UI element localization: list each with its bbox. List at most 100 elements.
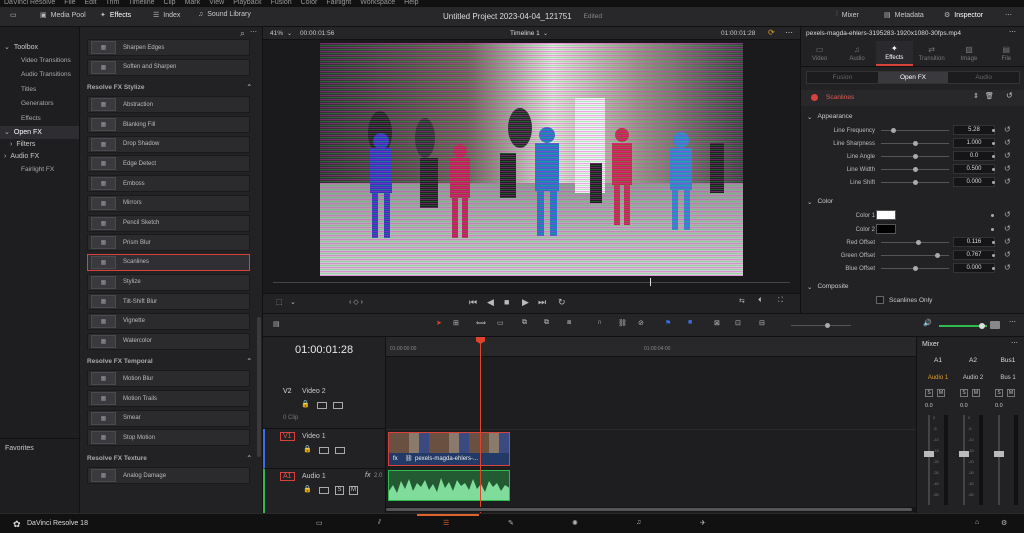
volume-knob[interactable] (979, 323, 985, 329)
effect-header[interactable]: Scanlines ⇕ 🗑 ↺ (801, 90, 1024, 106)
zoom-level[interactable]: 41% (270, 30, 283, 37)
stop-icon[interactable]: ■ (504, 297, 509, 307)
effect-item[interactable]: ▦ Stylize (87, 273, 250, 291)
scrollbar-thumb[interactable] (386, 508, 912, 511)
search-icon[interactable]: ⌕ (240, 28, 245, 39)
inspector-tab-image[interactable]: ▨ Image (950, 41, 987, 66)
tree-item[interactable]: Audio Transitions (0, 68, 79, 83)
effect-item[interactable]: ▦ Blanking Fill (87, 116, 250, 134)
video-frame[interactable] (320, 43, 743, 276)
sound-library-button[interactable]: ♫ Sound Library (198, 11, 251, 18)
reset-icon[interactable]: ↺ (1004, 125, 1011, 134)
section-stylize[interactable]: Resolve FX Stylize ⌃ (80, 78, 262, 96)
solo-button[interactable]: S (335, 486, 344, 495)
keyframe-icon[interactable] (991, 214, 994, 217)
audio-clip[interactable] (388, 470, 510, 501)
full-extent-zoom-icon[interactable]: ⊠ (714, 319, 720, 327)
loop-icon[interactable]: ↻ (558, 297, 566, 308)
lock-icon[interactable]: 🔒 (303, 445, 312, 453)
lock-icon[interactable]: 🔒 (301, 400, 310, 408)
home-icon[interactable]: ⌂ (975, 519, 979, 526)
param-value[interactable]: 0.767 (953, 250, 995, 260)
effect-item[interactable]: ▦ Motion Blur (87, 370, 250, 388)
keyframe-icon[interactable] (992, 142, 995, 145)
mute-button[interactable]: M (937, 389, 945, 397)
tree-open-fx[interactable]: ⌄ Open FX (0, 125, 79, 139)
subtab-audio[interactable]: Audio (948, 72, 1019, 83)
channel-name[interactable]: Audio 2 (957, 375, 989, 381)
subtab-fusion[interactable]: Fusion (807, 72, 878, 83)
param-value[interactable]: 0.500 (953, 164, 995, 174)
timeline-playhead[interactable] (476, 337, 485, 513)
param-slider[interactable] (881, 180, 949, 185)
auto-select-icon[interactable] (317, 402, 327, 409)
menu-item[interactable]: Mark (185, 0, 201, 7)
param-value[interactable]: 0.000 (953, 263, 995, 273)
effect-item[interactable]: ▦ Prism Blur (87, 234, 250, 252)
insert-clip-icon[interactable]: ⧉ (522, 319, 527, 327)
menu-item[interactable]: Timeline (128, 0, 154, 7)
reset-icon[interactable]: ↺ (1004, 177, 1011, 186)
cut-page-icon[interactable]: ⫽ (378, 519, 381, 527)
more-icon[interactable]: ⋯ (250, 28, 257, 36)
viewer-options-icon[interactable]: ⬚ (276, 298, 283, 306)
media-pool-button[interactable]: ▣ Media Pool (40, 11, 86, 20)
solo-button[interactable]: S (925, 389, 933, 397)
keyframe-icon[interactable] (992, 241, 995, 244)
disable-track-icon[interactable] (333, 402, 343, 409)
link-icon[interactable]: ⛓ (618, 319, 627, 327)
jog-icon[interactable]: ‹ ◇ › (349, 298, 363, 306)
dim-icon[interactable] (990, 321, 1000, 329)
more-options-button[interactable]: ⋯ (1005, 11, 1012, 19)
blade-dynamic-icon[interactable]: ⟺ (476, 319, 486, 327)
slider-knob[interactable] (916, 240, 922, 245)
chevron-down-icon[interactable]: ⌄ (287, 30, 292, 37)
metadata-button[interactable]: ▤ Metadata (884, 11, 924, 20)
match-frame-icon[interactable]: ⇆ (739, 297, 745, 305)
color-section[interactable]: ⌄ Color (807, 195, 833, 208)
menu-item[interactable]: Fairlight (326, 0, 351, 7)
slider-knob[interactable] (913, 167, 918, 172)
channel-name[interactable]: Audio 1 (922, 375, 954, 381)
mute-button[interactable]: M (1007, 389, 1015, 397)
tree-audio-fx[interactable]: › Audio FX (0, 151, 79, 163)
timeline-area[interactable]: 01:00:00:00 01:00:04:00 fx ⛓ pexels-magd… (386, 337, 916, 513)
keyframe-icon[interactable] (992, 267, 995, 270)
position-lock-icon[interactable]: ⊘ (638, 319, 644, 327)
effect-item[interactable]: ▦ Scanlines (87, 253, 250, 271)
track-name[interactable]: Video 1 (302, 433, 326, 440)
param-slider[interactable] (881, 154, 949, 159)
menu-item[interactable]: Edit (85, 0, 97, 7)
effect-item[interactable]: ▦ Smear (87, 409, 250, 427)
slider-knob[interactable] (913, 266, 918, 271)
replace-clip-icon[interactable]: ⧈ (567, 319, 571, 327)
mute-button[interactable]: M (349, 486, 358, 495)
effect-item[interactable]: ▦ Motion Trails (87, 390, 250, 407)
slider-knob[interactable] (890, 128, 896, 133)
fusion-page-icon[interactable]: ✎ (508, 519, 514, 527)
keyframe-icon[interactable] (992, 129, 995, 132)
fullscreen-icon[interactable]: ⛶ (778, 297, 783, 305)
appearance-section[interactable]: ⌄ Appearance (807, 110, 853, 123)
tree-toolbox[interactable]: ⌄ Toolbox (0, 41, 79, 53)
tree-item[interactable]: Titles (0, 82, 79, 97)
zoom-slider-knob[interactable] (825, 323, 830, 328)
inspector-tab-video[interactable]: ▭ Video (801, 41, 838, 66)
effect-item[interactable]: ▦ Watercolor (87, 332, 250, 350)
menu-item[interactable]: Clip (164, 0, 176, 7)
param-value[interactable]: 0.0 (953, 151, 995, 161)
menu-item[interactable]: Workspace (360, 0, 395, 7)
slider-knob[interactable] (935, 253, 941, 258)
effect-item[interactable]: ▦ Vignette (87, 312, 250, 330)
fairlight-page-icon[interactable]: ♫ (636, 519, 641, 526)
effect-enable-toggle[interactable] (811, 94, 818, 101)
channel-name[interactable]: Bus 1 (992, 375, 1024, 381)
menu-item[interactable]: DaVinci Resolve (4, 0, 55, 7)
inspector-tab-audio[interactable]: ♫ Audio (838, 41, 875, 66)
custom-zoom-icon[interactable]: ⊟ (759, 319, 765, 327)
effect-item[interactable]: ▦ Emboss (87, 175, 250, 193)
inspector-tab-transition[interactable]: ⇄ Transition (913, 41, 950, 66)
timeline-scrollbar[interactable] (386, 507, 916, 512)
param-value[interactable]: 0.000 (953, 177, 995, 187)
blade-tool-icon[interactable]: ▭ (497, 319, 504, 327)
